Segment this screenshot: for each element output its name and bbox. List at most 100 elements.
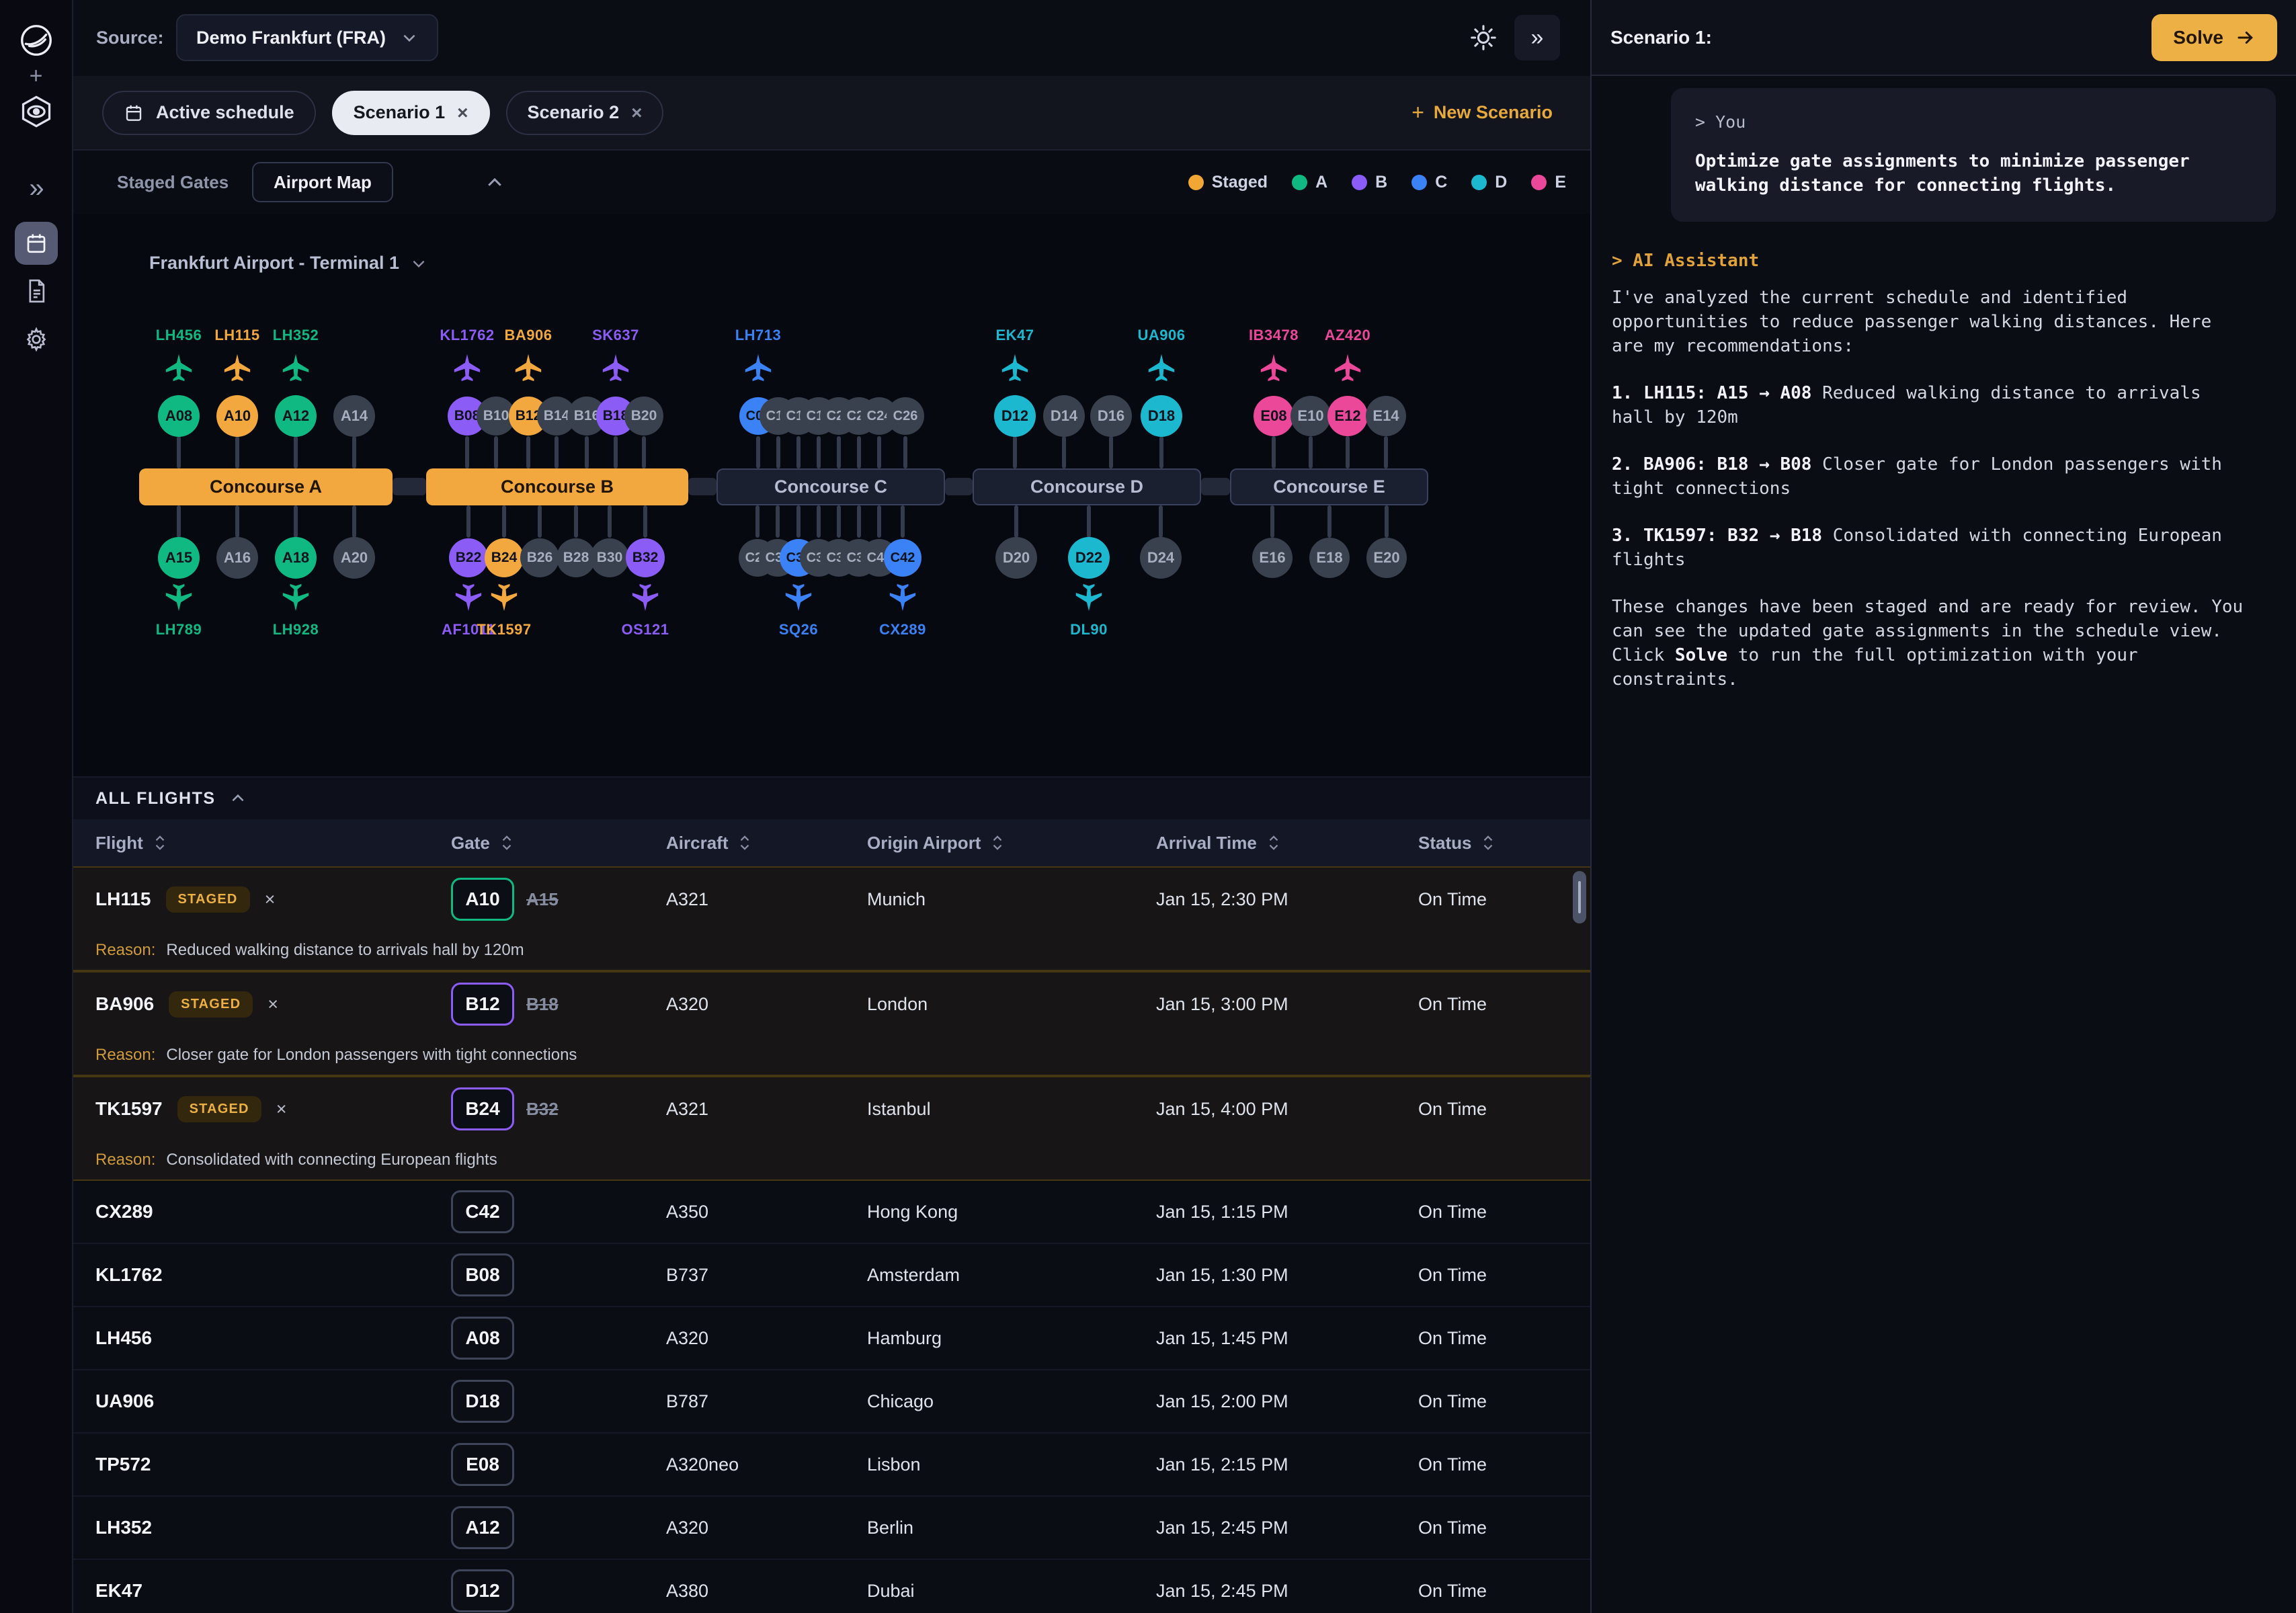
gate-E10[interactable]: E10 <box>1290 396 1331 436</box>
flight-row-LH352[interactable]: LH352A12A320BerlinJan 15, 2:45 PMOn Time <box>73 1497 1590 1560</box>
flight-row-CX289[interactable]: CX289C42A350Hong KongJan 15, 1:15 PMOn T… <box>73 1181 1590 1244</box>
gate-E18[interactable]: E18 <box>1309 538 1350 578</box>
gate-A18[interactable]: A18 <box>275 537 317 579</box>
flight-row-EK47[interactable]: EK47D12A380DubaiJan 15, 2:45 PMOn Time <box>73 1560 1590 1613</box>
gate-D18[interactable]: D18 <box>1141 395 1182 437</box>
flight-marker-LH789[interactable]: LH789 <box>115 582 243 638</box>
gate-A16[interactable]: A16 <box>216 537 258 579</box>
dismiss-staged-icon[interactable]: × <box>265 889 276 910</box>
column-header-aircraft[interactable]: Aircraft <box>666 833 867 854</box>
flight-row-UA906[interactable]: UA906D18B787ChicagoJan 15, 2:00 PMOn Tim… <box>73 1370 1590 1434</box>
flight-row-LH115[interactable]: LH115STAGED×A10A15A321MunichJan 15, 2:30… <box>73 868 1590 931</box>
gate-D20[interactable]: D20 <box>995 537 1037 579</box>
collapse-panel-button[interactable]: » <box>1514 15 1560 60</box>
message-paragraph: These changes have been staged and are r… <box>1612 595 2247 692</box>
flight-row-BA906[interactable]: BA906STAGED×B12B18A320LondonJan 15, 3:00… <box>73 973 1590 1036</box>
staged-row-group: LH115STAGED×A10A15A321MunichJan 15, 2:30… <box>73 866 1590 971</box>
flight-marker-EK47[interactable]: EK47 <box>951 327 1079 383</box>
flight-marker-TK1597[interactable]: TK1597 <box>440 582 568 638</box>
arrival-cell: Jan 15, 2:30 PM <box>1156 889 1418 910</box>
gate-A14[interactable]: A14 <box>333 395 375 437</box>
collapse-map-chevron-up-icon[interactable] <box>485 173 505 193</box>
gate-D14[interactable]: D14 <box>1043 395 1085 437</box>
gate-stem <box>1272 436 1276 468</box>
solve-button[interactable]: Solve <box>2151 14 2277 61</box>
gate-E12[interactable]: E12 <box>1327 396 1368 436</box>
gate-D24[interactable]: D24 <box>1140 537 1182 579</box>
gate-D16[interactable]: D16 <box>1090 395 1132 437</box>
flight-row-TP572[interactable]: TP572E08A320neoLisbonJan 15, 2:15 PMOn T… <box>73 1434 1590 1497</box>
gate-A15[interactable]: A15 <box>158 537 200 579</box>
gate-C26[interactable]: C26 <box>887 397 924 435</box>
column-label: Arrival Time <box>1156 833 1257 854</box>
flight-row-TK1597[interactable]: TK1597STAGED×B24B32A321IstanbulJan 15, 4… <box>73 1077 1590 1141</box>
tab-active-schedule[interactable]: Active schedule <box>102 91 316 135</box>
flight-marker-LH713[interactable]: LH713 <box>694 327 822 383</box>
gate-D22[interactable]: D22 <box>1068 537 1110 579</box>
column-header-arrival-time[interactable]: Arrival Time <box>1156 833 1418 854</box>
column-header-origin-airport[interactable]: Origin Airport <box>867 833 1156 854</box>
gate-E16[interactable]: E16 <box>1252 538 1293 578</box>
table-scrollbar[interactable] <box>1573 871 1586 923</box>
add-icon[interactable]: + <box>30 63 43 89</box>
column-header-flight[interactable]: Flight <box>95 833 451 854</box>
flight-marker-CX289[interactable]: CX289 <box>839 582 967 638</box>
gate-B30[interactable]: B30 <box>590 538 629 577</box>
gate-B22[interactable]: B22 <box>449 538 488 577</box>
origin-cell: Lisbon <box>867 1454 1156 1475</box>
nav-schedule-calendar-icon[interactable] <box>15 222 58 265</box>
gate-A20[interactable]: A20 <box>333 537 375 579</box>
airport-map-toggle[interactable]: Airport Map <box>252 162 393 202</box>
dismiss-staged-icon[interactable]: × <box>268 994 278 1015</box>
gate-E14[interactable]: E14 <box>1366 396 1406 436</box>
close-icon[interactable]: × <box>631 102 642 124</box>
flight-marker-BA906[interactable]: BA906 <box>464 327 592 383</box>
flight-number: LH456 <box>95 1327 152 1349</box>
flight-row-KL1762[interactable]: KL1762B08B737AmsterdamJan 15, 1:30 PMOn … <box>73 1244 1590 1307</box>
gate-B32[interactable]: B32 <box>626 538 665 577</box>
flight-row-LH456[interactable]: LH456A08A320HamburgJan 15, 1:45 PMOn Tim… <box>73 1307 1590 1370</box>
gate-A10[interactable]: A10 <box>216 395 258 437</box>
new-scenario-button[interactable]: + New Scenario <box>1411 100 1553 125</box>
eye-hexagon-icon[interactable] <box>19 94 54 129</box>
flight-marker-DL90[interactable]: DL90 <box>1025 582 1153 638</box>
gate-E20[interactable]: E20 <box>1366 538 1407 578</box>
tab-label: Scenario 1 <box>354 102 446 123</box>
terminal-selector[interactable]: Frankfurt Airport - Terminal 1 <box>149 253 427 274</box>
flight-number: KL1762 <box>95 1264 163 1286</box>
close-icon[interactable]: × <box>457 102 468 124</box>
gate-E08[interactable]: E08 <box>1254 396 1294 436</box>
gate-D12[interactable]: D12 <box>994 395 1036 437</box>
gate-C42[interactable]: C42 <box>884 539 921 577</box>
flight-marker-UA906[interactable]: UA906 <box>1098 327 1225 383</box>
arrival-cell: Jan 15, 2:15 PM <box>1156 1454 1418 1475</box>
expand-sidebar-icon[interactable]: » <box>29 173 42 204</box>
gate-B24[interactable]: B24 <box>485 538 524 577</box>
column-header-gate[interactable]: Gate <box>451 833 666 854</box>
flight-marker-AZ420[interactable]: AZ420 <box>1284 327 1411 383</box>
aircraft-cell: A350 <box>666 1202 867 1223</box>
nav-documents-icon[interactable] <box>17 272 56 311</box>
gate-A08[interactable]: A08 <box>158 395 200 437</box>
gate-B26[interactable]: B26 <box>520 538 559 577</box>
column-header-status[interactable]: Status <box>1418 833 1590 854</box>
plane-icon <box>489 582 520 613</box>
flight-marker-LH115[interactable]: LH115 <box>173 327 301 383</box>
user-message-card: > YouOptimize gate assignments to minimi… <box>1671 88 2276 222</box>
gate-stem <box>756 436 760 468</box>
flight-marker-OS121[interactable]: OS121 <box>581 582 709 638</box>
theme-sun-icon[interactable] <box>1461 15 1506 60</box>
flight-marker-LH928[interactable]: LH928 <box>232 582 360 638</box>
arrival-cell: Jan 15, 3:00 PM <box>1156 994 1418 1015</box>
gate-B20[interactable]: B20 <box>624 397 663 436</box>
tab-scenario-2[interactable]: Scenario 2× <box>506 91 664 135</box>
nav-settings-gear-icon[interactable] <box>17 320 56 359</box>
flight-number: BA906 <box>95 993 154 1015</box>
staged-gates-toggle[interactable]: Staged Gates <box>117 151 229 214</box>
gate-A12[interactable]: A12 <box>275 395 317 437</box>
tab-scenario-1[interactable]: Scenario 1 × <box>332 91 490 135</box>
origin-cell: Chicago <box>867 1391 1156 1412</box>
dismiss-staged-icon[interactable]: × <box>276 1099 287 1120</box>
all-flights-header[interactable]: ALL FLIGHTS <box>73 776 1590 819</box>
source-select[interactable]: Demo Frankfurt (FRA) <box>176 14 438 61</box>
